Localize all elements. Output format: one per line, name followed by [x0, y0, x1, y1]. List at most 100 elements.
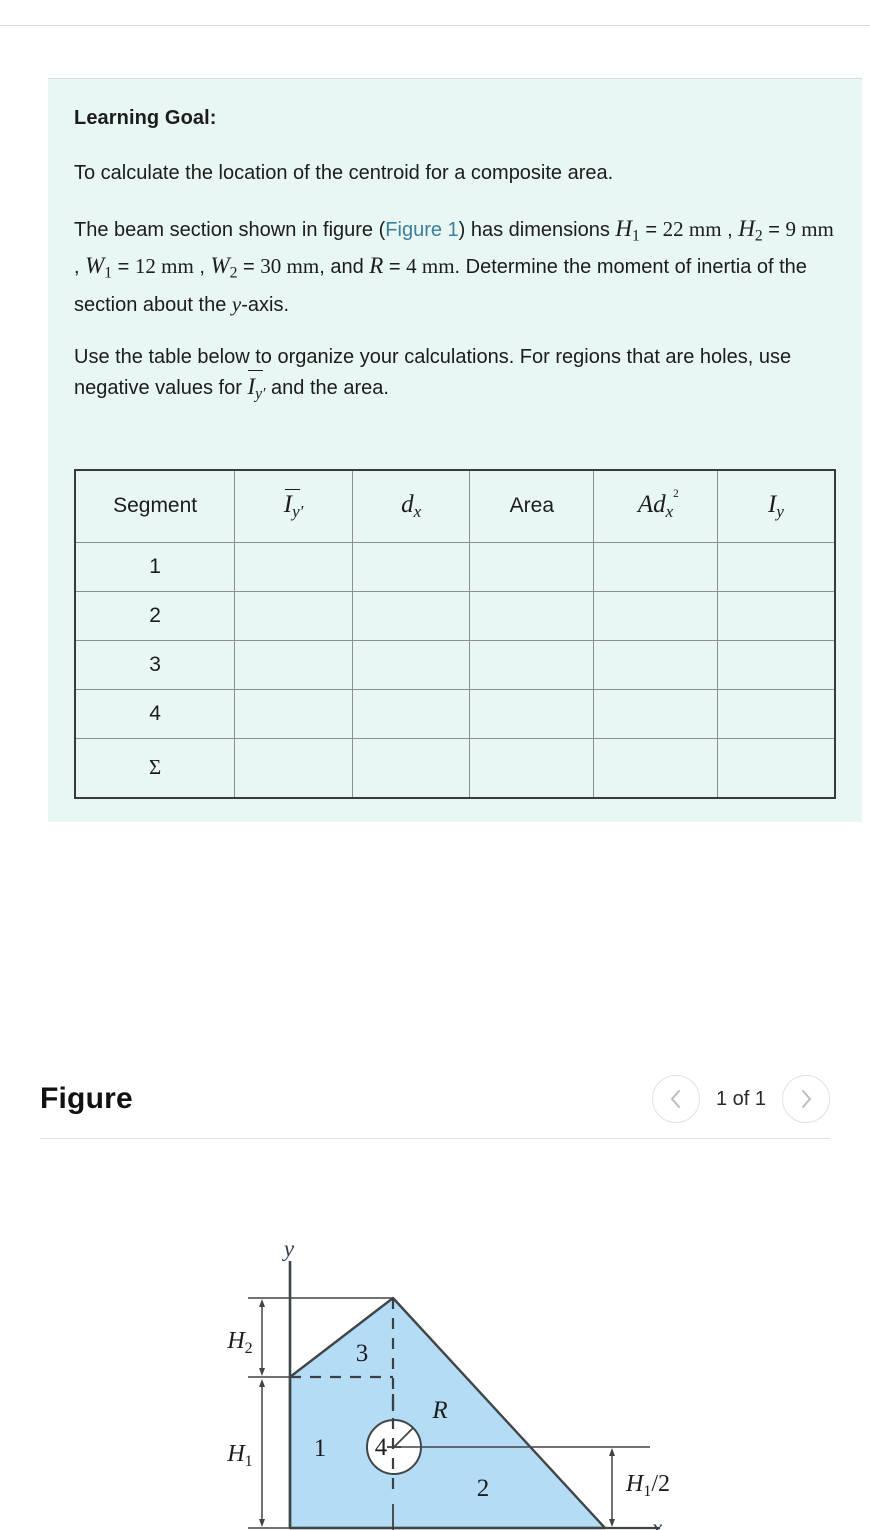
radius-label: R — [431, 1397, 447, 1424]
segment-label-2: 2 — [477, 1475, 490, 1502]
cell-area-sum[interactable] — [469, 737, 595, 799]
column-header-area: Area — [469, 469, 595, 543]
h2-arrow-top — [259, 1299, 265, 1307]
cell-iy[interactable] — [716, 639, 836, 690]
cell-segment: 3 — [74, 639, 236, 690]
cell-iy[interactable] — [716, 541, 836, 592]
table-row-total: Σ — [74, 737, 836, 799]
cell-iy[interactable] — [716, 590, 836, 641]
instructions-tail: and the area. — [271, 376, 389, 399]
table-header-row: Segment Iy′ dx Area Adx 2 Iy — [74, 469, 836, 543]
cell-dx[interactable] — [351, 590, 471, 641]
cell-iy[interactable] — [716, 688, 836, 739]
cell-i-ybar-sum[interactable] — [234, 737, 353, 799]
i-ybar-symbol-inline: Iy′ — [247, 369, 265, 409]
cell-iy-sum[interactable] — [716, 737, 836, 799]
cell-dx[interactable] — [351, 541, 471, 592]
figure-header: Figure 1 of 1 — [0, 1060, 870, 1139]
problem-body-text: The beam section shown in figure (Figure… — [74, 216, 834, 316]
segment-label-1: 1 — [314, 1435, 327, 1462]
and-word: , and — [319, 256, 364, 279]
dimension-value-h2: 9 — [785, 217, 796, 241]
dimension-unit-r: mm — [421, 254, 455, 279]
dimension-symbol-w2: W2 — [210, 253, 238, 282]
dimension-unit-h2: mm — [801, 217, 834, 241]
figure-diagram-container[interactable]: H2 H1 W1 W2 — [0, 1156, 870, 1530]
column-header-i-ybar: Iy′ — [234, 469, 353, 543]
h1-arrow-top — [259, 1379, 265, 1387]
dimension-symbol-h2: H2 — [738, 216, 763, 245]
dimension-symbol-w1: W1 — [85, 253, 113, 282]
cell-adx2[interactable] — [593, 639, 718, 690]
instructions-lead: Use the table below to organize your cal… — [74, 345, 792, 399]
h1-half-arrow-bottom — [609, 1519, 615, 1527]
table-body: 1 2 3 4 Σ — [74, 541, 836, 799]
figure-section: Figure 1 of 1 H2 H1 H1/2 R y x 1 2 3 4 — [0, 1060, 870, 1530]
h1-half-label: H1/2 — [625, 1471, 670, 1500]
cell-dx-sum[interactable] — [351, 737, 471, 799]
dimension-value-w1: 12 — [134, 254, 156, 279]
beam-section-diagram: H2 H1 W1 W2 — [226, 1236, 670, 1530]
cell-area[interactable] — [469, 688, 595, 739]
cell-segment: 1 — [74, 541, 236, 592]
dimension-unit-w1: mm — [161, 254, 194, 279]
table-row: 1 — [74, 541, 836, 592]
cell-segment: 4 — [74, 688, 236, 739]
h1-half-arrow-top — [609, 1448, 615, 1456]
cell-dx[interactable] — [351, 639, 471, 690]
cell-i-ybar[interactable] — [234, 541, 353, 592]
table-instructions-text: Use the table below to organize your cal… — [74, 342, 836, 409]
body-after-link: ) has dimensions — [458, 219, 610, 241]
column-header-iy: Iy — [716, 469, 836, 543]
next-figure-button[interactable] — [782, 1075, 830, 1123]
segment-label-3: 3 — [356, 1340, 369, 1367]
figure-title: Figure — [40, 1082, 133, 1115]
segment-label-4: 4 — [375, 1434, 388, 1461]
table-row: 3 — [74, 639, 836, 690]
cell-area[interactable] — [469, 541, 595, 592]
cell-adx2[interactable] — [593, 688, 718, 739]
cell-area[interactable] — [469, 590, 595, 641]
body-tail2: -axis. — [241, 293, 290, 316]
body-lead: The beam section shown in figure ( — [74, 219, 386, 241]
dimension-unit-w2: mm — [286, 254, 320, 279]
cell-adx2[interactable] — [593, 590, 718, 641]
chevron-left-icon — [670, 1090, 680, 1108]
dimension-value-h1: 22 — [662, 217, 684, 241]
cell-i-ybar[interactable] — [234, 590, 353, 641]
cell-i-ybar[interactable] — [234, 688, 353, 739]
dimension-unit-h1: mm — [688, 217, 722, 241]
problem-page: Learning Goal: To calculate the location… — [0, 0, 870, 1530]
figure-pagination: 1 of 1 — [651, 1075, 830, 1123]
h2-arrow-bottom — [259, 1368, 265, 1376]
cell-i-ybar[interactable] — [234, 639, 353, 690]
cell-segment: 2 — [74, 590, 236, 641]
problem-statement-panel: Learning Goal: To calculate the location… — [48, 78, 862, 822]
figure-1-link[interactable]: Figure 1 — [385, 219, 458, 241]
column-header-segment: Segment — [74, 469, 236, 543]
cell-segment-sum: Σ — [74, 737, 236, 799]
h1-label: H1 — [226, 1441, 252, 1470]
chevron-right-icon — [802, 1090, 811, 1108]
x-axis-label: x — [651, 1515, 663, 1530]
table-row: 2 — [74, 590, 836, 641]
dimension-symbol-h1: H1 — [615, 216, 640, 245]
top-divider — [0, 25, 870, 26]
column-header-dx: dx — [351, 469, 471, 543]
figure-divider — [40, 1138, 830, 1139]
h2-label: H2 — [226, 1328, 252, 1357]
cell-dx[interactable] — [351, 688, 471, 739]
dimension-value-w2: 30 — [260, 254, 282, 279]
learning-goal-text: To calculate the location of the centroi… — [74, 162, 614, 184]
cell-area[interactable] — [469, 639, 595, 690]
figure-counter: 1 of 1 — [715, 1087, 766, 1110]
previous-figure-button[interactable] — [651, 1075, 700, 1123]
h1-arrow-bottom — [259, 1519, 265, 1527]
calculation-table: Segment Iy′ dx Area Adx 2 Iy 1 2 3 4 Σ — [74, 469, 836, 799]
y-axis-label: y — [282, 1236, 295, 1261]
column-header-adx2: Adx 2 — [593, 469, 718, 543]
dimension-symbol-r: R — [369, 253, 384, 279]
cell-adx2[interactable] — [593, 541, 718, 592]
axis-symbol-y: y — [231, 291, 242, 316]
cell-adx2-sum[interactable] — [593, 737, 718, 799]
